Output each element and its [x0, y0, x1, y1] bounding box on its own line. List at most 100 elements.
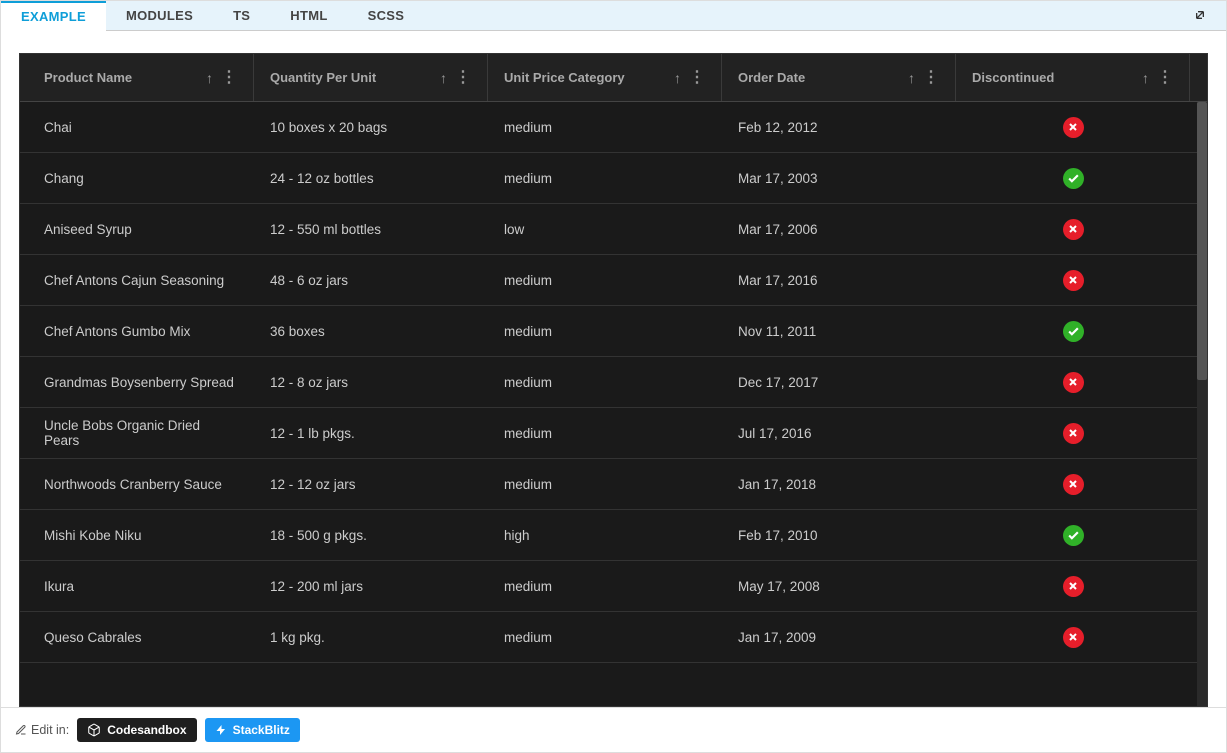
tab-ts[interactable]: TS: [213, 1, 270, 31]
column-header-col-name[interactable]: Product Name↑ ⋮: [20, 54, 254, 101]
column-header-col-disc[interactable]: Discontinued↑ ⋮: [956, 54, 1190, 101]
cell-discontinued: [956, 612, 1190, 662]
table-row[interactable]: Uncle Bobs Organic Dried Pears12 - 1 lb …: [20, 408, 1207, 459]
check-icon: [1063, 525, 1084, 546]
table-row[interactable]: Aniseed Syrup12 - 550 ml bottleslowMar 1…: [20, 204, 1207, 255]
table-row[interactable]: Ikura12 - 200 ml jarsmediumMay 17, 2008: [20, 561, 1207, 612]
cell-price: low: [488, 204, 722, 254]
table-row[interactable]: Chef Antons Gumbo Mix36 boxesmediumNov 1…: [20, 306, 1207, 357]
cell-name: Uncle Bobs Organic Dried Pears: [20, 408, 254, 458]
cell-qty: 10 boxes x 20 bags: [254, 102, 488, 152]
cell-discontinued: [956, 102, 1190, 152]
cross-icon: [1063, 219, 1084, 240]
footer-bar: Edit in: Codesandbox StackBlitz: [1, 707, 1226, 752]
column-header-col-price[interactable]: Unit Price Category↑ ⋮: [488, 54, 722, 101]
tab-scss[interactable]: SCSS: [348, 1, 425, 31]
grid-header: Product Name↑⋮Quantity Per Unit↑⋮Unit Pr…: [20, 54, 1207, 102]
column-menu-icon[interactable]: ⋮: [221, 70, 237, 86]
cell-date: Dec 17, 2017: [722, 357, 956, 407]
cell-date: Nov 11, 2011: [722, 306, 956, 356]
table-row[interactable]: Northwoods Cranberry Sauce12 - 12 oz jar…: [20, 459, 1207, 510]
cell-qty: 12 - 12 oz jars: [254, 459, 488, 509]
column-header-col-date[interactable]: Order Date↑⋮: [722, 54, 956, 101]
cell-price: medium: [488, 255, 722, 305]
table-row[interactable]: Queso Cabrales1 kg pkg.mediumJan 17, 200…: [20, 612, 1207, 663]
cell-date: Mar 17, 2016: [722, 255, 956, 305]
cell-name: Queso Cabrales: [20, 612, 254, 662]
tab-html[interactable]: HTML: [270, 1, 347, 31]
cell-discontinued: [956, 153, 1190, 203]
expand-icon[interactable]: [1192, 7, 1208, 26]
cell-discontinued: [956, 204, 1190, 254]
cell-price: medium: [488, 102, 722, 152]
cell-discontinued: [956, 510, 1190, 560]
sort-arrow-icon[interactable]: ↑: [674, 70, 681, 86]
column-menu-icon[interactable]: ⋮: [455, 70, 471, 86]
column-label: Discontinued: [972, 70, 1142, 85]
stackblitz-button[interactable]: StackBlitz: [205, 718, 300, 742]
cell-price: medium: [488, 408, 722, 458]
cell-price: medium: [488, 612, 722, 662]
cell-price: medium: [488, 357, 722, 407]
cell-qty: 24 - 12 oz bottles: [254, 153, 488, 203]
cross-icon: [1063, 423, 1084, 444]
cell-price: medium: [488, 306, 722, 356]
cell-qty: 12 - 8 oz jars: [254, 357, 488, 407]
column-menu-icon[interactable]: ⋮: [1157, 70, 1173, 86]
table-row[interactable]: Chang24 - 12 oz bottlesmediumMar 17, 200…: [20, 153, 1207, 204]
tab-modules[interactable]: MODULES: [106, 1, 213, 31]
column-label: Quantity Per Unit: [270, 70, 440, 85]
cross-icon: [1063, 474, 1084, 495]
cell-name: Aniseed Syrup: [20, 204, 254, 254]
scrollbar-thumb[interactable]: [1197, 102, 1207, 380]
cross-icon: [1063, 117, 1084, 138]
cell-discontinued: [956, 255, 1190, 305]
cell-date: Mar 17, 2006: [722, 204, 956, 254]
sort-arrow-icon[interactable]: ↑: [206, 70, 213, 86]
cell-price: high: [488, 510, 722, 560]
column-header-col-qty[interactable]: Quantity Per Unit↑ ⋮: [254, 54, 488, 101]
cell-date: Mar 17, 2003: [722, 153, 956, 203]
cell-qty: 36 boxes: [254, 306, 488, 356]
cell-discontinued: [956, 459, 1190, 509]
sort-arrow-icon[interactable]: ↑: [908, 70, 915, 86]
cell-name: Chef Antons Gumbo Mix: [20, 306, 254, 356]
tab-example[interactable]: EXAMPLE: [1, 1, 106, 31]
cell-price: medium: [488, 153, 722, 203]
table-row[interactable]: Chai10 boxes x 20 bagsmediumFeb 12, 2012: [20, 102, 1207, 153]
sort-arrow-icon[interactable]: ↑: [1142, 70, 1149, 86]
cell-discontinued: [956, 306, 1190, 356]
cell-discontinued: [956, 561, 1190, 611]
column-menu-icon[interactable]: ⋮: [923, 70, 939, 86]
cell-date: Feb 12, 2012: [722, 102, 956, 152]
sort-arrow-icon[interactable]: ↑: [440, 70, 447, 86]
cell-date: Feb 17, 2010: [722, 510, 956, 560]
cell-name: Chang: [20, 153, 254, 203]
cell-name: Grandmas Boysenberry Spread: [20, 357, 254, 407]
content-area: Product Name↑⋮Quantity Per Unit↑⋮Unit Pr…: [1, 31, 1226, 707]
cell-name: Chef Antons Cajun Seasoning: [20, 255, 254, 305]
cell-qty: 12 - 1 lb pkgs.: [254, 408, 488, 458]
check-icon: [1063, 321, 1084, 342]
cell-qty: 12 - 550 ml bottles: [254, 204, 488, 254]
cell-name: Mishi Kobe Niku: [20, 510, 254, 560]
table-row[interactable]: Chef Antons Cajun Seasoning48 - 6 oz jar…: [20, 255, 1207, 306]
cell-discontinued: [956, 357, 1190, 407]
column-label: Product Name: [44, 70, 206, 85]
tabs-bar: EXAMPLEMODULESTSHTMLSCSS: [1, 1, 1226, 31]
cross-icon: [1063, 372, 1084, 393]
codesandbox-button[interactable]: Codesandbox: [77, 718, 196, 742]
cell-date: Jan 17, 2018: [722, 459, 956, 509]
cell-qty: 12 - 200 ml jars: [254, 561, 488, 611]
column-label: Unit Price Category: [504, 70, 674, 85]
cross-icon: [1063, 627, 1084, 648]
cell-qty: 48 - 6 oz jars: [254, 255, 488, 305]
cell-date: Jan 17, 2009: [722, 612, 956, 662]
cell-price: medium: [488, 459, 722, 509]
cell-date: May 17, 2008: [722, 561, 956, 611]
data-grid: Product Name↑⋮Quantity Per Unit↑⋮Unit Pr…: [19, 53, 1208, 707]
column-menu-icon[interactable]: ⋮: [689, 70, 705, 86]
table-row[interactable]: Mishi Kobe Niku18 - 500 g pkgs.highFeb 1…: [20, 510, 1207, 561]
table-row[interactable]: Grandmas Boysenberry Spread12 - 8 oz jar…: [20, 357, 1207, 408]
scrollbar-track[interactable]: [1197, 102, 1207, 706]
